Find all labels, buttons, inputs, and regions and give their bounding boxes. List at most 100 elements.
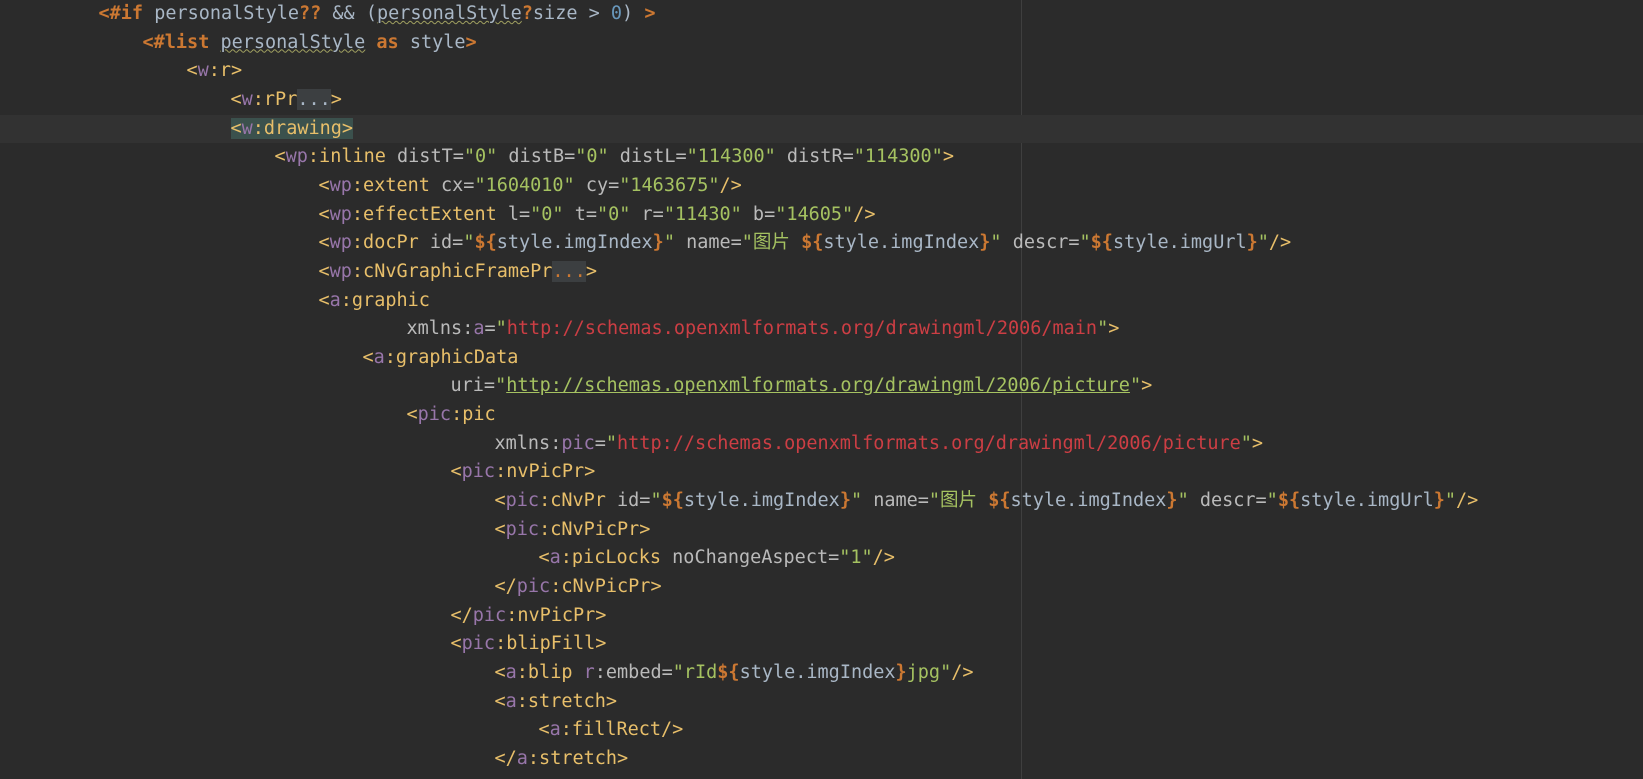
code-line[interactable]: <wp:inline distT="0" distB="0" distL="11… — [0, 143, 1643, 172]
code-token: "rId — [672, 661, 718, 683]
code-token: personalStyle — [220, 31, 366, 53]
code-token: descr= — [1188, 490, 1267, 512]
code-line[interactable]: <wp:effectExtent l="0" t="0" r="11430" b… — [0, 201, 1643, 230]
code-line[interactable]: uri="http://schemas.openxmlformats.org/d… — [0, 372, 1643, 401]
code-line[interactable]: <a:graphic — [0, 287, 1643, 316]
code-line[interactable]: </pic:nvPicPr> — [0, 602, 1643, 631]
code-token: ${ — [474, 232, 497, 254]
code-token: " — [1240, 432, 1252, 454]
code-token: :stretch> — [516, 690, 618, 712]
code-text: <pic:blipFill> — [451, 630, 607, 658]
code-token: 0 — [610, 3, 623, 24]
code-line[interactable]: <pic:blipFill> — [0, 630, 1643, 659]
code-line[interactable]: <#list personalStyle as style> — [0, 29, 1643, 58]
code-text: <#list personalStyle as style> — [143, 29, 477, 57]
code-token: " — [1257, 232, 1269, 254]
code-token: :rPr — [252, 88, 298, 110]
code-token: :blipFill> — [495, 633, 607, 655]
code-token: < — [274, 146, 286, 168]
code-line[interactable]: <pic:pic — [0, 401, 1643, 430]
code-line[interactable]: <pic:nvPicPr> — [0, 458, 1643, 487]
code-token: "图片 — [928, 490, 989, 512]
code-token: b= — [741, 203, 776, 225]
code-token: "1463675" — [619, 174, 720, 196]
code-token: = — [484, 318, 496, 340]
code-text: <a:graphicData — [363, 344, 519, 372]
code-token: ?? — [299, 3, 322, 24]
code-line[interactable]: xmlns:pic="http://schemas.openxmlformats… — [0, 430, 1643, 459]
code-token: < — [230, 88, 242, 110]
code-token: "1604010" — [474, 174, 575, 196]
code-line[interactable]: <a:stretch> — [0, 688, 1643, 717]
code-token: /> — [853, 203, 876, 225]
code-token: noChangeAspect= — [661, 547, 840, 569]
code-token: < — [450, 633, 462, 655]
code-token: r= — [630, 203, 664, 225]
code-line[interactable]: <a:picLocks noChangeAspect="1"/> — [0, 544, 1643, 573]
code-token: :nvPicPr> — [506, 604, 607, 626]
code-token: a — [505, 690, 517, 712]
code-line[interactable]: <pic:cNvPr id="${style.imgIndex}" name="… — [0, 487, 1643, 516]
code-token: < — [494, 661, 506, 683]
code-token: distB= — [497, 146, 576, 168]
code-token: :cNvPicPr> — [550, 576, 662, 597]
code-line[interactable]: <wp:extent cx="1604010" cy="1463675"/> — [0, 172, 1643, 201]
code-token: " — [1079, 232, 1091, 254]
code-token: a — [373, 346, 385, 368]
code-token: } — [652, 232, 664, 254]
code-text: uri="http://schemas.openxmlformats.org/d… — [451, 372, 1153, 400]
code-text: </pic:cNvPicPr> — [495, 573, 662, 601]
code-token: pic — [461, 461, 496, 483]
code-token: "图片 — [741, 232, 802, 254]
code-line[interactable]: <a:graphicData — [0, 344, 1643, 373]
code-line[interactable]: </a:stretch> — [0, 745, 1643, 774]
code-text: </pic:nvPicPr> — [451, 602, 607, 630]
code-token: :effectExtent — [351, 203, 497, 225]
code-line[interactable]: <#if personalStyle?? && (personalStyle?s… — [0, 0, 1643, 29]
code-token: /> — [872, 547, 895, 569]
code-token: " — [850, 490, 863, 512]
code-token: http://schemas.openxmlformats.org/drawin… — [506, 375, 1130, 397]
code-token: r — [583, 661, 595, 683]
code-line[interactable]: <wp:cNvGraphicFramePr...> — [0, 258, 1643, 287]
code-token: a — [549, 547, 561, 569]
code-line[interactable]: <w:drawing> — [0, 114, 1643, 144]
code-token: < — [318, 232, 330, 254]
folded-region[interactable]: ... — [297, 88, 331, 110]
code-token: t= — [563, 203, 597, 225]
code-token: " — [990, 232, 1002, 254]
code-token: > — [1141, 375, 1153, 397]
code-token: pic — [472, 604, 507, 626]
folded-region[interactable]: ... — [552, 260, 586, 282]
code-token: w — [241, 117, 253, 139]
code-token: } — [1433, 490, 1445, 512]
code-text: </a:stretch> — [495, 745, 629, 773]
code-token: } — [1166, 490, 1178, 512]
code-line[interactable]: <a:blip r:embed="rId${style.imgIndex}jpg… — [0, 659, 1643, 688]
code-line[interactable]: <pic:cNvPicPr> — [0, 516, 1643, 545]
code-token: :graphic — [340, 289, 430, 311]
code-token: </ — [494, 747, 517, 769]
code-token: } — [1246, 232, 1258, 254]
code-token: pic — [561, 432, 595, 454]
code-token: } — [839, 490, 851, 512]
code-token: l= — [496, 203, 531, 225]
code-token: "114300" — [853, 146, 943, 168]
code-token: wp — [329, 203, 352, 225]
code-token: ${ — [801, 232, 824, 254]
code-line[interactable]: <a:fillRect/> — [0, 716, 1643, 745]
code-token: :stretch> — [527, 747, 629, 769]
code-token: name= — [674, 232, 742, 254]
code-line[interactable]: </pic:cNvPicPr> — [0, 573, 1643, 602]
code-line[interactable]: <w:rPr...> — [0, 86, 1643, 115]
code-token: pic — [417, 404, 452, 426]
code-line[interactable]: xmlns:a="http://schemas.openxmlformats.o… — [0, 315, 1643, 344]
code-editor[interactable]: <#if personalStyle?? && (personalStyle?s… — [0, 0, 1643, 779]
code-line[interactable]: <w:r> — [0, 57, 1643, 86]
code-token: < — [406, 404, 418, 426]
code-token: personalStyle — [376, 3, 522, 24]
code-token: :r> — [208, 60, 243, 82]
code-line[interactable]: <wp:docPr id="${style.imgIndex}" name="图… — [0, 229, 1643, 258]
code-token: style.imgIndex — [1010, 490, 1167, 512]
